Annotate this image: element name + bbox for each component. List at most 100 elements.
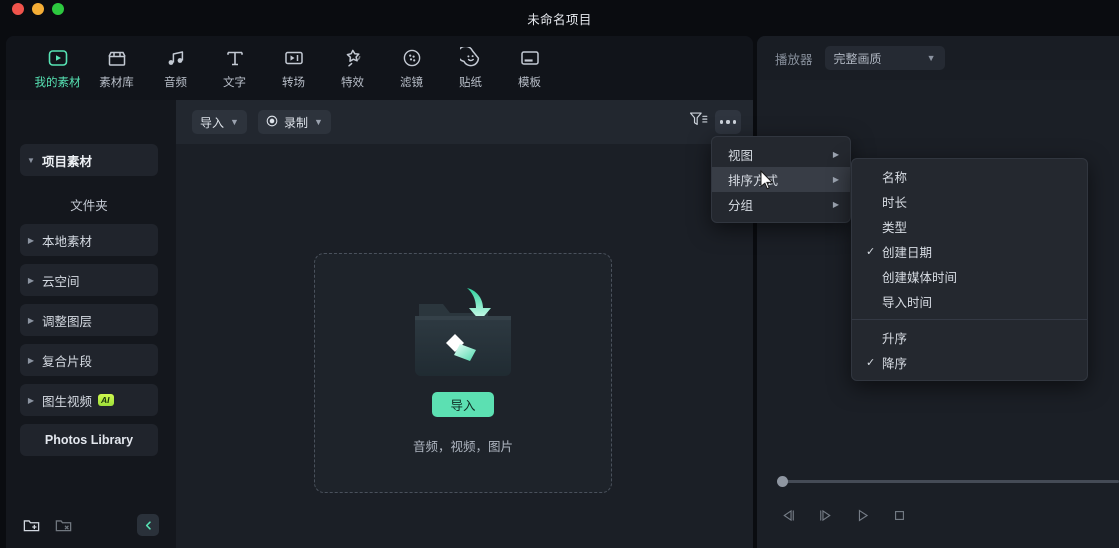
tab-stock-library-label: 素材库: [99, 76, 134, 89]
record-dot-icon: [266, 115, 278, 130]
tab-sticker-label: 贴纸: [459, 76, 482, 89]
sidebar-item-adjustment-layer-label: 调整图层: [42, 314, 93, 329]
sidebar-item-project-media[interactable]: ▼ 项目素材: [20, 144, 158, 176]
import-button-label: 导入: [200, 115, 225, 130]
submenu-item-created-date[interactable]: ✓ 创建日期: [852, 239, 1087, 264]
template-icon: [519, 47, 541, 69]
next-frame-button[interactable]: [814, 504, 836, 526]
sidebar-item-local-media-label: 本地素材: [42, 234, 93, 249]
tab-audio[interactable]: 音频: [146, 47, 205, 90]
caret-down-icon: ▼: [27, 155, 35, 165]
menu-item-group[interactable]: 分组 ▶: [712, 192, 850, 217]
player-header: 播放器 完整画质 ▼: [757, 36, 1119, 80]
submenu-item-duration-label: 时长: [882, 196, 908, 210]
delete-folder-icon[interactable]: [54, 516, 73, 540]
player-scrubber[interactable]: [777, 476, 1119, 487]
sidebar-item-compound-clip-label: 复合片段: [42, 354, 93, 369]
import-drop-zone[interactable]: 导入 音频，视频，图片: [314, 253, 612, 493]
tab-effects-label: 特效: [341, 76, 364, 89]
submenu-item-import-time[interactable]: ✓ 导入时间: [852, 289, 1087, 314]
caret-right-icon: ▶: [27, 355, 35, 365]
window-title: 未命名项目: [527, 12, 592, 27]
sidebar-item-cloud-space[interactable]: ▶ 云空间: [20, 264, 158, 296]
tab-audio-label: 音频: [164, 76, 187, 89]
submenu-item-duration[interactable]: ✓ 时长: [852, 189, 1087, 214]
menu-item-view-label: 视图: [728, 149, 754, 163]
record-button-label: 录制: [283, 115, 308, 130]
check-icon: ✓: [866, 170, 882, 183]
prev-frame-button[interactable]: [777, 504, 799, 526]
filter-icon: [401, 47, 423, 69]
submenu-item-import-time-label: 导入时间: [882, 296, 933, 310]
check-icon: ✓: [866, 331, 882, 344]
sidebar-item-local-media[interactable]: ▶ 本地素材: [20, 224, 158, 256]
submenu-item-media-created-time[interactable]: ✓ 创建媒体时间: [852, 264, 1087, 289]
sidebar-item-cloud-space-label: 云空间: [42, 274, 80, 289]
import-button[interactable]: 导入 ▼: [192, 110, 247, 134]
tab-sticker[interactable]: 贴纸: [441, 45, 500, 90]
stop-button[interactable]: [888, 504, 910, 526]
drop-zone-import-label: 导入: [450, 399, 476, 413]
tab-my-media[interactable]: 我的素材: [28, 47, 87, 90]
media-sidebar: ▼ 项目素材 文件夹 ▶ 本地素材 ▶ 云空间 ▶ 调整图层 ▶ 复合片段 ▶ …: [6, 100, 173, 548]
filter-sort-icon: [689, 111, 708, 133]
more-dots-icon: [719, 120, 737, 124]
media-toolbar: 导入 ▼ 录制 ▼: [176, 100, 753, 144]
context-menu: 视图 ▶ 排序方式 ▶ 分组 ▶: [711, 136, 851, 223]
tab-transition-label: 转场: [282, 76, 305, 89]
tab-stock-library[interactable]: 素材库: [87, 47, 146, 90]
caret-right-icon: ▶: [832, 150, 839, 159]
player-quality-select[interactable]: 完整画质 ▼: [824, 46, 945, 70]
submenu-item-descending-label: 降序: [882, 357, 908, 371]
toolbar-actions: [685, 110, 741, 134]
more-options-button[interactable]: [715, 110, 741, 134]
submenu-item-ascending-label: 升序: [882, 332, 908, 346]
text-icon: [224, 47, 246, 69]
chevron-down-icon: ▼: [313, 117, 323, 127]
sidebar-item-photos-library-label: Photos Library: [44, 433, 134, 447]
app-window: 未命名项目 我的素材 素材库 音频 文字 转场 特效 滤镜 贴纸 模板 ▼ 项目…: [0, 0, 1119, 548]
caret-right-icon: ▶: [832, 200, 839, 209]
submenu-item-type[interactable]: ✓ 类型: [852, 214, 1087, 239]
sidebar-item-adjustment-layer[interactable]: ▶ 调整图层: [20, 304, 158, 336]
menu-item-view[interactable]: 视图 ▶: [712, 142, 850, 167]
sidebar-item-image-to-video[interactable]: ▶ 图生视频 AI: [20, 384, 158, 416]
record-button[interactable]: 录制 ▼: [257, 110, 331, 134]
menu-item-sort-by-label: 排序方式: [728, 174, 779, 188]
check-icon: ✓: [866, 220, 882, 233]
drop-zone-import-button[interactable]: 导入: [432, 392, 494, 417]
sidebar-folder-header: 文件夹: [70, 198, 108, 213]
tab-template[interactable]: 模板: [500, 47, 559, 90]
check-icon: ✓: [866, 195, 882, 208]
player-label: 播放器: [775, 52, 813, 67]
sidebar-item-photos-library[interactable]: Photos Library: [20, 424, 158, 456]
check-icon: ✓: [866, 246, 876, 258]
tab-transition[interactable]: 转场: [264, 47, 323, 90]
new-folder-icon[interactable]: [22, 516, 41, 540]
player-controls-bar: [757, 464, 1119, 548]
sidebar-item-project-media-label: 项目素材: [42, 154, 93, 169]
tab-effects[interactable]: 特效: [323, 47, 382, 90]
submenu-item-ascending[interactable]: ✓ 升序: [852, 325, 1087, 350]
filter-sort-button[interactable]: [685, 110, 711, 134]
chevron-down-icon: ▼: [926, 53, 936, 63]
tab-filter[interactable]: 滤镜: [382, 47, 441, 90]
submenu-item-name[interactable]: ✓ 名称: [852, 164, 1087, 189]
sidebar-item-image-to-video-label: 图生视频: [42, 394, 93, 409]
media-content-area: 导入 ▼ 录制 ▼ 导入 音频，视频，图片: [176, 100, 753, 548]
effects-icon: [342, 47, 364, 69]
audio-icon: [165, 47, 187, 69]
sidebar-item-compound-clip[interactable]: ▶ 复合片段: [20, 344, 158, 376]
submenu-item-descending[interactable]: ✓ 降序: [852, 350, 1087, 375]
menu-item-sort-by[interactable]: 排序方式 ▶: [712, 167, 850, 192]
play-button[interactable]: [851, 504, 873, 526]
transition-icon: [283, 47, 305, 69]
submenu-item-media-created-time-label: 创建媒体时间: [882, 271, 958, 285]
scrubber-handle[interactable]: [777, 476, 788, 487]
collapse-sidebar-button[interactable]: [137, 514, 159, 536]
submenu-item-name-label: 名称: [882, 171, 908, 185]
chevron-down-icon: ▼: [230, 117, 239, 127]
caret-right-icon: ▶: [27, 315, 35, 325]
tab-text[interactable]: 文字: [205, 47, 264, 90]
caret-right-icon: ▶: [27, 395, 35, 405]
